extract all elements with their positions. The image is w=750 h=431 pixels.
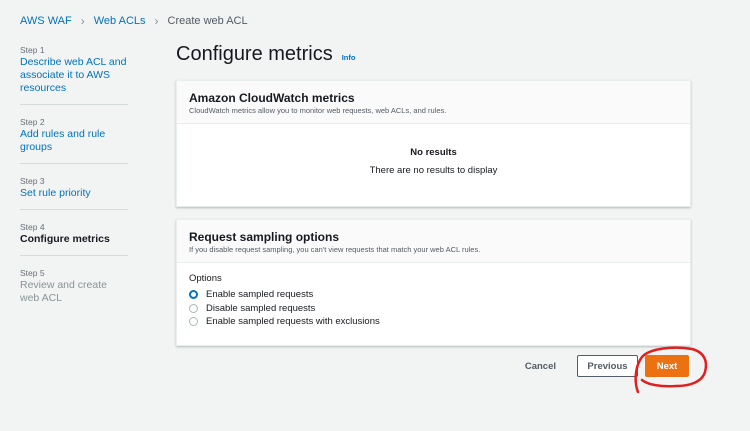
- empty-state: No results There are no results to displ…: [177, 124, 690, 176]
- info-link[interactable]: Info: [342, 53, 356, 62]
- cloudwatch-metrics-panel: Amazon CloudWatch metrics CloudWatch met…: [176, 80, 691, 207]
- radio-sampled-with-exclusions[interactable]: Enable sampled requests with exclusions: [189, 315, 678, 329]
- step-3-link[interactable]: Set rule priority: [20, 187, 128, 200]
- step-number: Step 5: [20, 268, 45, 278]
- options-label: Options: [189, 273, 222, 284]
- step-4: Step 4 Configure metrics: [20, 222, 128, 256]
- breadcrumb-web-acls[interactable]: Web ACLs: [94, 15, 146, 27]
- breadcrumb-current: Create web ACL: [167, 15, 248, 27]
- sampling-options: Options Enable sampled requests Disable …: [177, 263, 690, 339]
- radio-unchecked-icon[interactable]: [189, 303, 198, 313]
- empty-state-description: There are no results to display: [369, 165, 498, 176]
- step-number: Step 1: [20, 45, 45, 55]
- step-5-label: Review and create web ACL: [20, 279, 107, 304]
- step-2-link[interactable]: Add rules and rule groups: [20, 128, 128, 154]
- request-sampling-panel: Request sampling options If you disable …: [176, 219, 691, 346]
- step-3: Step 3 Set rule priority: [20, 176, 128, 210]
- wizard-actions: Cancel Previous Next: [525, 355, 689, 377]
- step-number: Step 2: [20, 117, 45, 127]
- breadcrumb: AWS WAF › Web ACLs › Create web ACL: [20, 14, 248, 28]
- step-number: Step 4: [20, 222, 45, 232]
- step-number: Step 3: [20, 176, 45, 186]
- radio-label: Enable sampled requests: [206, 289, 314, 301]
- panel-title: Amazon CloudWatch metrics: [189, 91, 355, 105]
- panel-description: If you disable request sampling, you can…: [189, 245, 481, 254]
- step-2: Step 2 Add rules and rule groups: [20, 117, 128, 164]
- wizard-steps: Step 1 Describe web ACL and associate it…: [20, 45, 128, 326]
- step-4-current: Configure metrics: [20, 233, 110, 245]
- radio-checked-icon[interactable]: [189, 290, 198, 300]
- chevron-right-icon: ›: [154, 14, 159, 28]
- panel-title: Request sampling options: [189, 230, 340, 244]
- radio-label: Enable sampled requests with exclusions: [206, 316, 380, 328]
- radio-enable-sampled[interactable]: Enable sampled requests: [189, 288, 678, 302]
- step-1-link[interactable]: Describe web ACL and associate it to AWS…: [20, 56, 128, 95]
- radio-disable-sampled[interactable]: Disable sampled requests: [189, 302, 678, 316]
- next-button[interactable]: Next: [645, 355, 689, 377]
- step-5: Step 5 Review and create web ACL: [20, 268, 128, 314]
- empty-state-title: No results: [410, 147, 457, 158]
- page-title-text: Configure metrics: [176, 43, 333, 65]
- chevron-right-icon: ›: [80, 14, 85, 28]
- breadcrumb-aws-waf[interactable]: AWS WAF: [20, 15, 72, 27]
- panel-description: CloudWatch metrics allow you to monitor …: [189, 106, 447, 115]
- previous-button[interactable]: Previous: [577, 355, 638, 377]
- cancel-button[interactable]: Cancel: [525, 361, 556, 372]
- radio-label: Disable sampled requests: [206, 302, 316, 314]
- radio-unchecked-icon[interactable]: [189, 317, 198, 327]
- page-title: Configure metrics Info: [176, 43, 355, 66]
- panel-header: Amazon CloudWatch metrics CloudWatch met…: [177, 81, 690, 124]
- panel-header: Request sampling options If you disable …: [177, 220, 690, 263]
- step-1: Step 1 Describe web ACL and associate it…: [20, 45, 128, 105]
